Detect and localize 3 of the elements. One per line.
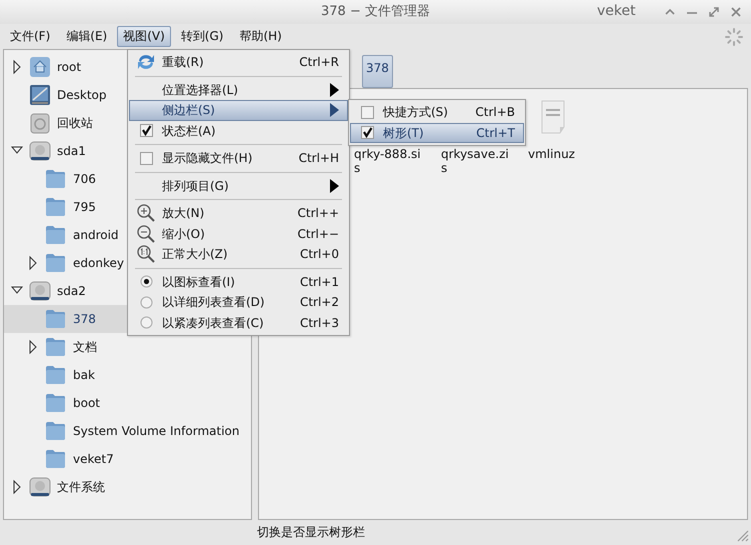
window-title: 378 − 文件管理器	[321, 4, 430, 20]
host-name: veket	[597, 3, 636, 20]
status-text: 切换是否显示树形栏	[257, 524, 365, 540]
